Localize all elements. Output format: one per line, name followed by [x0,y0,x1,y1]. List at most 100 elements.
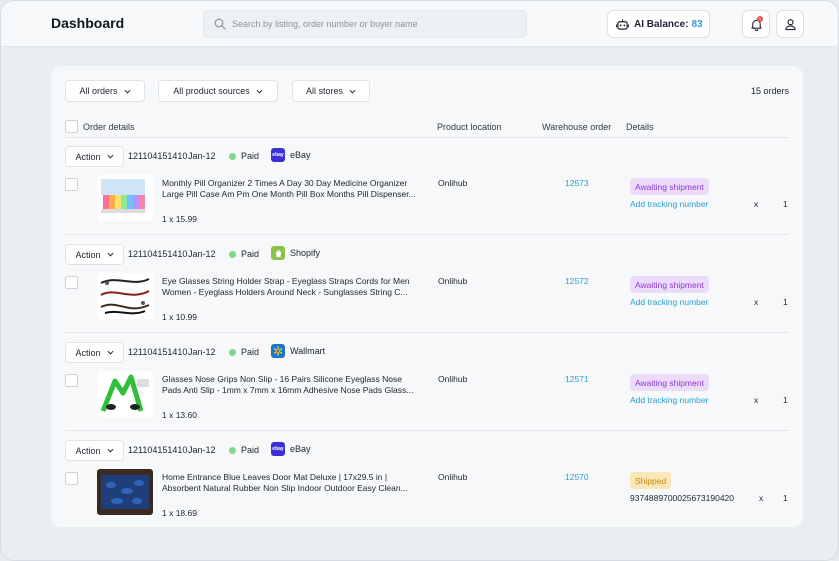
product-title[interactable]: Home Entrance Blue Leaves Door Mat Delux… [162,472,418,494]
row-checkbox[interactable] [65,178,78,191]
payment-status-label: Paid [241,151,260,161]
sources-filter-label: All product sources [173,86,250,96]
action-button[interactable]: Action [65,440,124,461]
store-info: Shopify [271,246,320,260]
ebay-logo-icon: ebay [271,442,285,456]
action-button[interactable]: Action [65,244,124,265]
stores-filter-label: All stores [305,86,343,96]
action-button-label: Action [75,151,101,162]
order-date: Jan-12 [188,249,216,259]
order-id: 121104151410 [128,151,188,161]
add-tracking-link[interactable]: Add tracking number [630,297,708,307]
chevron-down-icon [107,252,113,257]
orders-filter[interactable]: All orders [65,80,145,102]
product-title[interactable]: Eye Glasses String Holder Strap - Eyegla… [162,276,418,298]
product-image [97,469,153,515]
warehouse-order-link[interactable]: 12570 [565,472,589,482]
order-row: Action 121104151410 Jan-12 Paid ebay eBay… [65,138,789,235]
shipment-status-badge: Shipped [630,472,672,489]
row-checkbox[interactable] [65,374,78,387]
select-all-checkbox[interactable] [65,120,78,133]
remove-icon[interactable]: x [759,493,763,503]
warehouse-order-link[interactable]: 12573 [565,178,589,188]
order-date: Jan-12 [188,347,216,357]
order-id: 121104151410 [128,347,188,357]
col-order-details: Order details [83,122,135,132]
ai-balance-button[interactable]: AI Balance: 83 [607,10,710,38]
product-location: Onlihub [438,276,468,286]
order-row: Action 121104151410 Jan-12 Paid Wallmart… [65,334,789,431]
remove-icon[interactable]: x [754,297,758,307]
search-icon [214,18,226,30]
status-dot [229,250,236,258]
store-name: Shopify [290,248,321,258]
product-image [97,371,153,417]
search-bar[interactable] [203,10,527,38]
payment-status: Paid [229,151,259,161]
payment-status: Paid [229,445,259,455]
orders-list: Action 121104151410 Jan-12 Paid ebay eBay… [51,138,803,528]
action-button[interactable]: Action [65,342,124,363]
order-id: 121104151410 [128,445,188,455]
payment-status-label: Paid [241,249,260,259]
remove-icon[interactable]: x [754,395,758,405]
payment-status-label: Paid [241,445,260,455]
product-title[interactable]: Glasses Nose Grips Non Slip - 16 Pairs S… [162,374,418,396]
notifications-button[interactable]: 1 [742,10,770,38]
order-id: 121104151410 [128,249,188,259]
chevron-down-icon [107,448,113,453]
store-info: ebay eBay [271,148,311,162]
remove-icon[interactable]: x [754,199,758,209]
product-quantity-price: 1 x 18.69 [162,508,197,518]
table-header: Order details Product location Warehouse… [65,120,789,138]
order-date: Jan-12 [188,151,216,161]
item-count: 1 [783,297,788,307]
walmart-logo-icon [271,344,285,358]
chevron-down-icon [107,154,113,159]
row-checkbox[interactable] [65,276,78,289]
shipment-status-badge: Awaiting shipment [630,374,709,391]
stores-filter[interactable]: All stores [292,80,370,102]
ebay-logo-icon: ebay [271,148,285,162]
store-name: Wallmart [290,346,326,356]
warehouse-order-link[interactable]: 12571 [565,374,589,384]
store-name: eBay [290,150,311,160]
product-quantity-price: 1 x 15.99 [162,214,197,224]
search-input[interactable] [232,19,512,29]
tracking-number: 9374889700025673190420 [630,493,735,503]
status-dot [229,152,236,160]
robot-icon [616,18,629,30]
shipment-status-badge: Awaiting shipment [630,178,709,195]
status-dot [229,348,236,356]
payment-status: Paid [229,347,259,357]
product-image [97,175,153,221]
payment-status: Paid [229,249,259,259]
col-product-location: Product location [437,122,502,132]
app-window: Dashboard AI Balance: 83 1 All orders Al… [0,0,839,561]
ai-balance-value: 83 [691,18,703,30]
profile-button[interactable] [776,10,804,38]
action-button[interactable]: Action [65,146,124,167]
notification-badge: 1 [757,16,763,22]
warehouse-order-link[interactable]: 12572 [565,276,589,286]
row-checkbox[interactable] [65,472,78,485]
item-count: 1 [783,493,788,503]
product-quantity-price: 1 x 10.99 [162,312,197,322]
product-image [97,273,153,319]
product-title[interactable]: Monthly Pill Organizer 2 Times A Day 30 … [162,178,418,200]
product-location: Onlihub [438,472,468,482]
chevron-down-icon [349,89,356,94]
product-location: Onlihub [438,178,468,188]
status-dot [229,446,236,454]
order-row: Action 121104151410 Jan-12 Paid Shopify … [65,236,789,333]
add-tracking-link[interactable]: Add tracking number [630,199,708,209]
store-name: eBay [290,444,311,454]
order-date: Jan-12 [188,445,216,455]
add-tracking-link[interactable]: Add tracking number [630,395,708,405]
chevron-down-icon [124,89,130,94]
orders-card: All orders All product sources All store… [51,66,803,527]
top-bar: Dashboard AI Balance: 83 1 [1,1,838,47]
sources-filter[interactable]: All product sources [158,80,278,102]
action-button-label: Action [75,249,101,260]
order-count: 15 orders [750,86,789,96]
